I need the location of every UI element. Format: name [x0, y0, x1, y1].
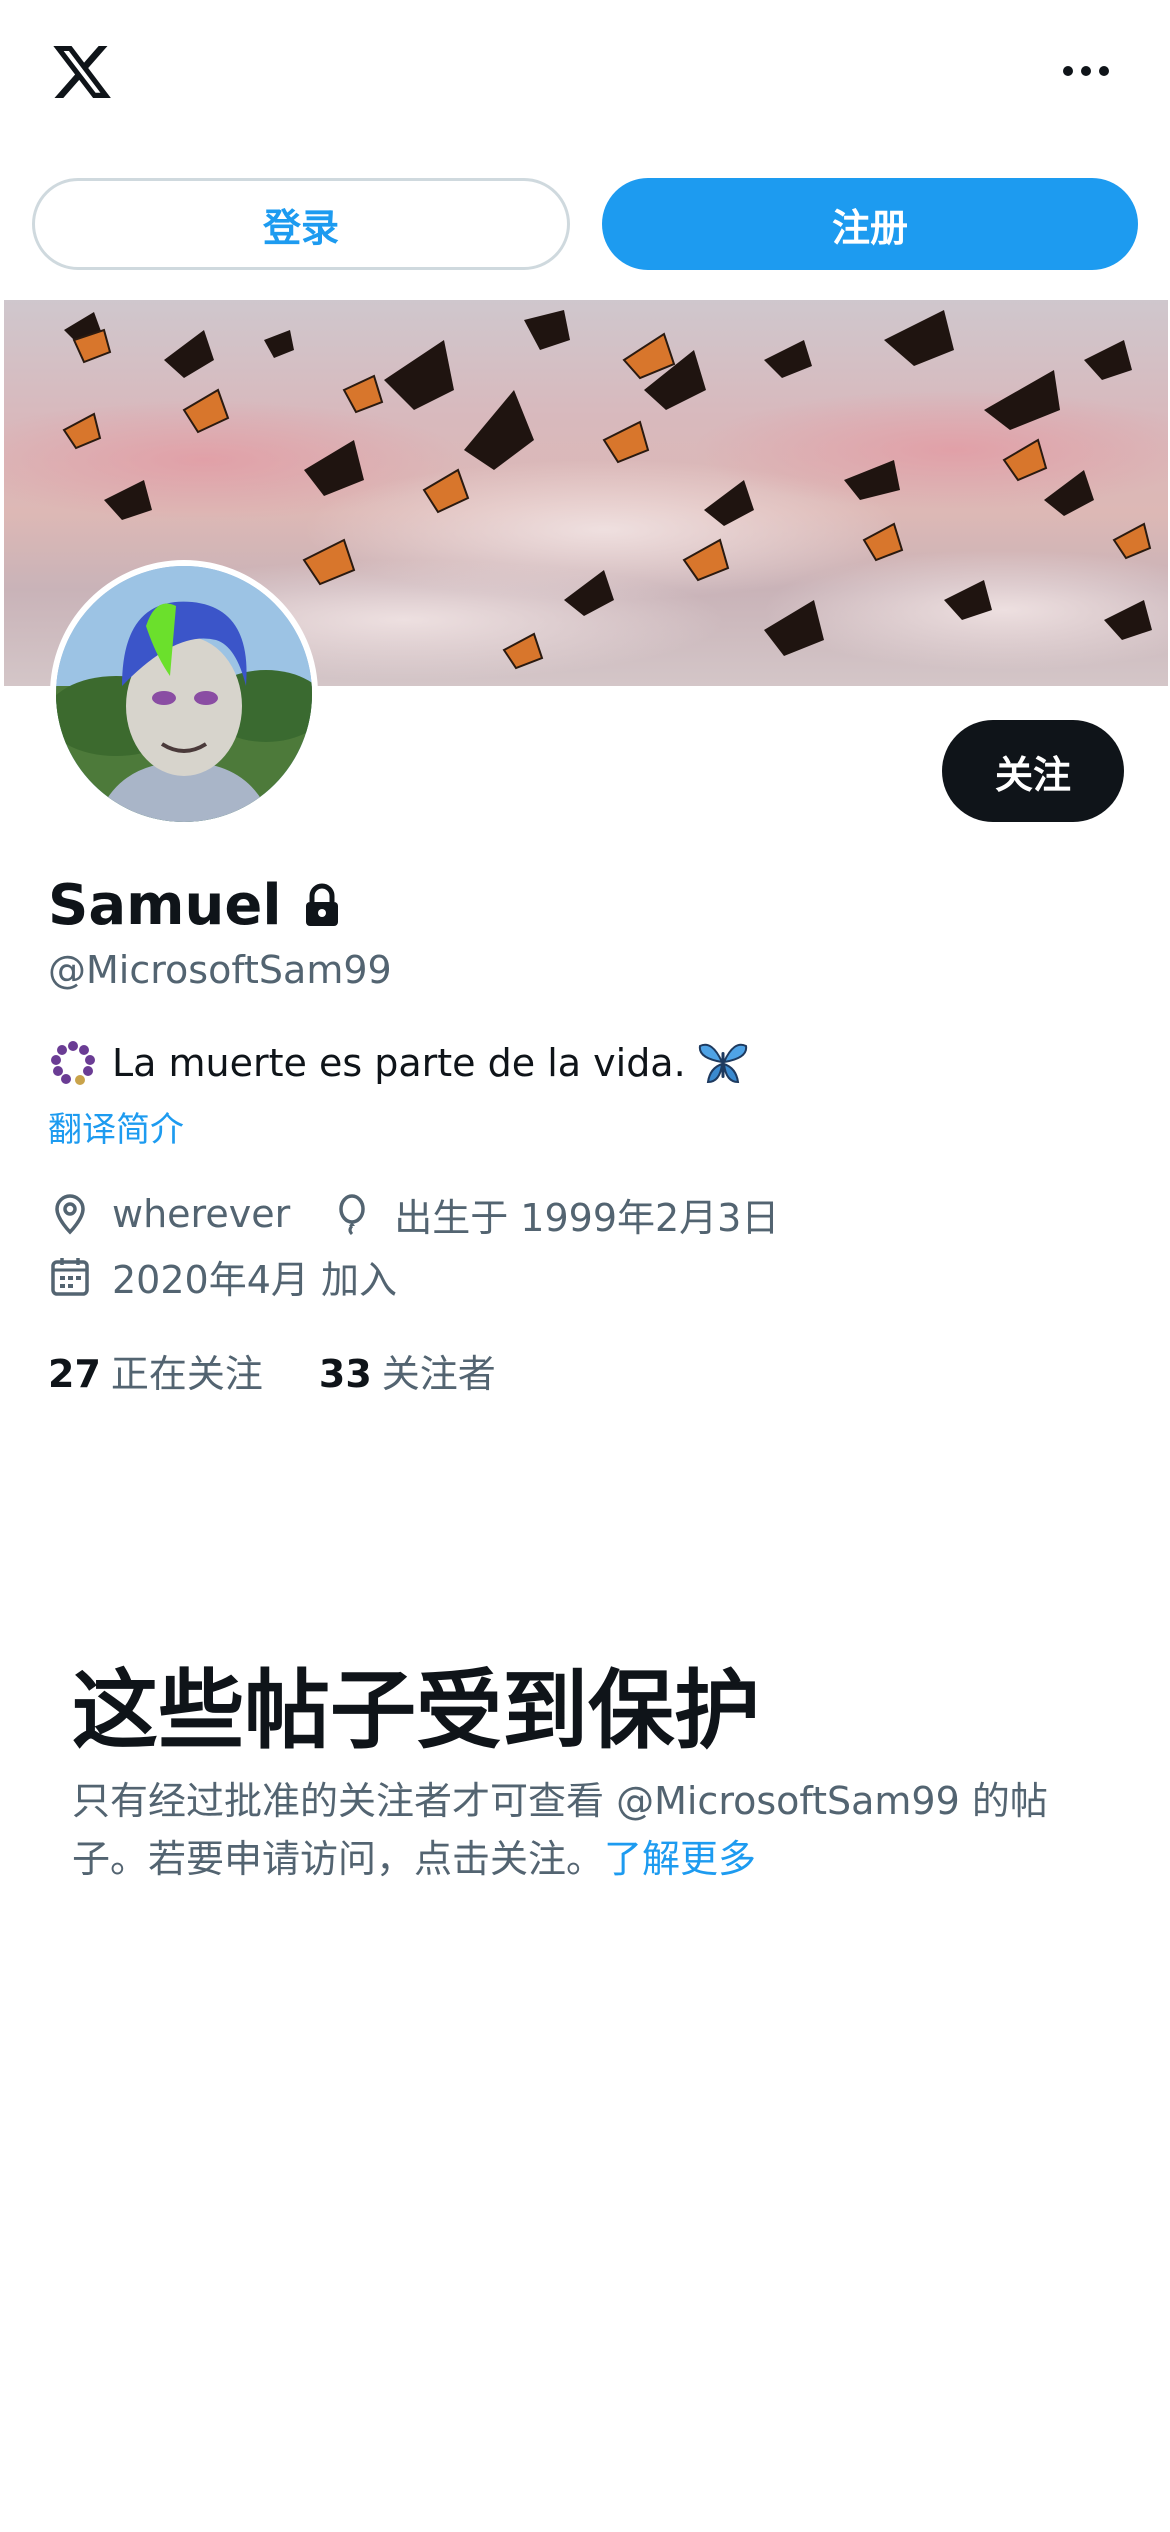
learn-more-link[interactable]: 了解更多: [604, 1837, 756, 1881]
top-bar: [0, 0, 1170, 150]
joined-date-text: 2020年4月 加入: [112, 1257, 397, 1302]
avatar[interactable]: [50, 560, 318, 828]
profile-page: 登录 注册 关注 Samuel @MicrosoftSam99 La muert…: [0, 0, 1170, 2532]
more-horizontal-icon[interactable]: [1060, 56, 1112, 86]
bio-text: La muerte es parte de la vida.: [112, 1041, 686, 1085]
display-name: Samuel: [48, 870, 342, 940]
following-label: 正在关注: [110, 1351, 263, 1396]
follow-button[interactable]: 关注: [942, 720, 1124, 822]
lock-icon: [305, 883, 338, 926]
following-count: 27: [48, 1351, 101, 1396]
protected-posts-description: 只有经过批准的关注者才可查看 @MicrosoftSam99 的帖子。若要申请访…: [72, 1772, 1112, 1888]
translate-bio-link[interactable]: 翻译简介: [48, 1102, 184, 1151]
display-name-text: Samuel: [48, 872, 282, 938]
protected-description-text: 只有经过批准的关注者才可查看 @MicrosoftSam99 的帖子。若要申请访…: [72, 1779, 1048, 1881]
butterfly-emoji: [698, 1043, 747, 1084]
login-button[interactable]: 登录: [32, 178, 570, 270]
x-logo-icon[interactable]: [48, 40, 116, 104]
balloon-icon: [339, 1194, 365, 1236]
birthday-text: 出生于 1999年2月3日: [394, 1195, 780, 1240]
profile-meta-row-2: 2020年4月 加入: [48, 1248, 397, 1304]
location-text: wherever: [112, 1192, 291, 1236]
following-link[interactable]: 27 正在关注: [48, 1343, 263, 1398]
signup-button[interactable]: 注册: [602, 178, 1138, 270]
calendar-icon: [51, 1258, 89, 1296]
followers-link[interactable]: 33 关注者: [319, 1343, 496, 1398]
profile-meta-row-1: wherever 出生于 1999年2月3日: [48, 1186, 779, 1242]
user-handle: @MicrosoftSam99: [48, 948, 392, 992]
followers-label: 关注者: [381, 1351, 496, 1396]
follow-stats: 27 正在关注 33 关注者: [48, 1342, 496, 1398]
auth-buttons: 登录 注册: [0, 178, 1170, 272]
location-pin-icon: [55, 1194, 85, 1235]
bio: La muerte es parte de la vida.: [48, 1035, 748, 1091]
prayer-beads-emoji: [51, 1041, 95, 1085]
protected-posts-title: 这些帖子受到保护: [72, 1661, 760, 1761]
followers-count: 33: [318, 1351, 372, 1396]
